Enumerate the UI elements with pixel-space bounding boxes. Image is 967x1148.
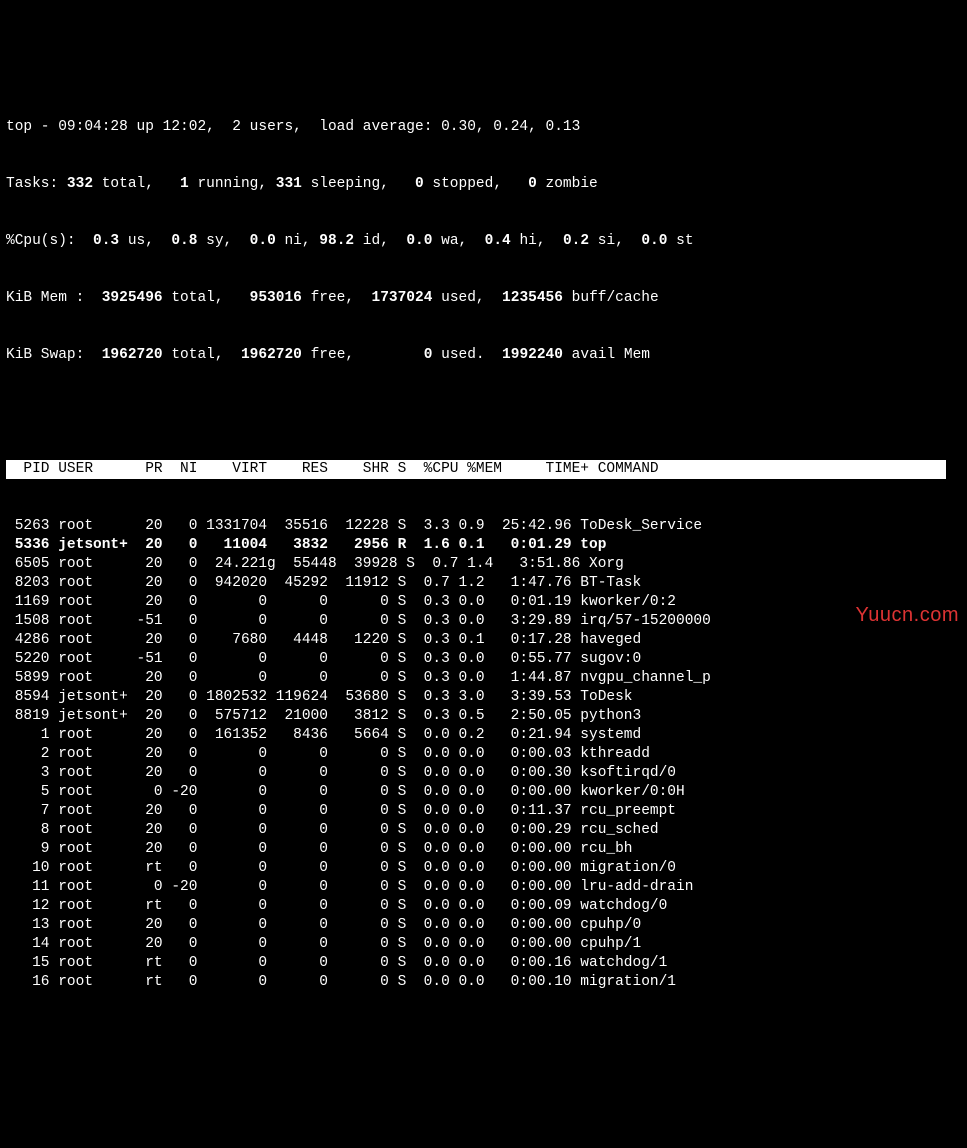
process-row: 7 root 20 0 0 0 0 S 0.0 0.0 0:11.37 rcu_… [6, 802, 961, 821]
process-row: 11 root 0 -20 0 0 0 S 0.0 0.0 0:00.00 lr… [6, 878, 961, 897]
process-row: 3 root 20 0 0 0 0 S 0.0 0.0 0:00.30 ksof… [6, 764, 961, 783]
process-row: 10 root rt 0 0 0 0 S 0.0 0.0 0:00.00 mig… [6, 859, 961, 878]
process-row: 5220 root -51 0 0 0 0 S 0.3 0.0 0:55.77 … [6, 650, 961, 669]
summary-swap: KiB Swap: 1962720 total, 1962720 free, 0… [6, 346, 961, 365]
process-list: 5263 root 20 0 1331704 35516 12228 S 3.3… [6, 517, 961, 992]
process-row: 8 root 20 0 0 0 0 S 0.0 0.0 0:00.29 rcu_… [6, 821, 961, 840]
process-row: 14 root 20 0 0 0 0 S 0.0 0.0 0:00.00 cpu… [6, 935, 961, 954]
process-row: 5263 root 20 0 1331704 35516 12228 S 3.3… [6, 517, 961, 536]
process-row: 5336 jetsont+ 20 0 11004 3832 2956 R 1.6… [6, 536, 961, 555]
summary-mem: KiB Mem : 3925496 total, 953016 free, 17… [6, 289, 961, 308]
process-row: 8819 jetsont+ 20 0 575712 21000 3812 S 0… [6, 707, 961, 726]
process-row: 6505 root 20 0 24.221g 55448 39928 S 0.7… [6, 555, 961, 574]
process-row: 1508 root -51 0 0 0 0 S 0.3 0.0 3:29.89 … [6, 612, 961, 631]
column-header-row: PID USER PR NI VIRT RES SHR S %CPU %MEM … [6, 460, 961, 479]
process-row: 2 root 20 0 0 0 0 S 0.0 0.0 0:00.03 kthr… [6, 745, 961, 764]
process-row: 12 root rt 0 0 0 0 S 0.0 0.0 0:00.09 wat… [6, 897, 961, 916]
blank-line [6, 403, 961, 422]
process-row: 8594 jetsont+ 20 0 1802532 119624 53680 … [6, 688, 961, 707]
summary-line-1: top - 09:04:28 up 12:02, 2 users, load a… [6, 118, 961, 137]
process-row: 1 root 20 0 161352 8436 5664 S 0.0 0.2 0… [6, 726, 961, 745]
process-row: 15 root rt 0 0 0 0 S 0.0 0.0 0:00.16 wat… [6, 954, 961, 973]
column-header: PID USER PR NI VIRT RES SHR S %CPU %MEM … [6, 460, 946, 479]
process-row: 13 root 20 0 0 0 0 S 0.0 0.0 0:00.00 cpu… [6, 916, 961, 935]
process-row: 1169 root 20 0 0 0 0 S 0.3 0.0 0:01.19 k… [6, 593, 961, 612]
summary-tasks: Tasks: 332 total, 1 running, 331 sleepin… [6, 175, 961, 194]
process-row: 5899 root 20 0 0 0 0 S 0.3 0.0 1:44.87 n… [6, 669, 961, 688]
process-row: 4286 root 20 0 7680 4448 1220 S 0.3 0.1 … [6, 631, 961, 650]
summary-cpu: %Cpu(s): 0.3 us, 0.8 sy, 0.0 ni, 98.2 id… [6, 232, 961, 251]
process-row: 5 root 0 -20 0 0 0 S 0.0 0.0 0:00.00 kwo… [6, 783, 961, 802]
process-row: 8203 root 20 0 942020 45292 11912 S 0.7 … [6, 574, 961, 593]
terminal[interactable]: top - 09:04:28 up 12:02, 2 users, load a… [0, 76, 967, 1015]
process-row: 16 root rt 0 0 0 0 S 0.0 0.0 0:00.10 mig… [6, 973, 961, 992]
watermark: Yuucn.com [856, 606, 959, 625]
process-row: 9 root 20 0 0 0 0 S 0.0 0.0 0:00.00 rcu_… [6, 840, 961, 859]
